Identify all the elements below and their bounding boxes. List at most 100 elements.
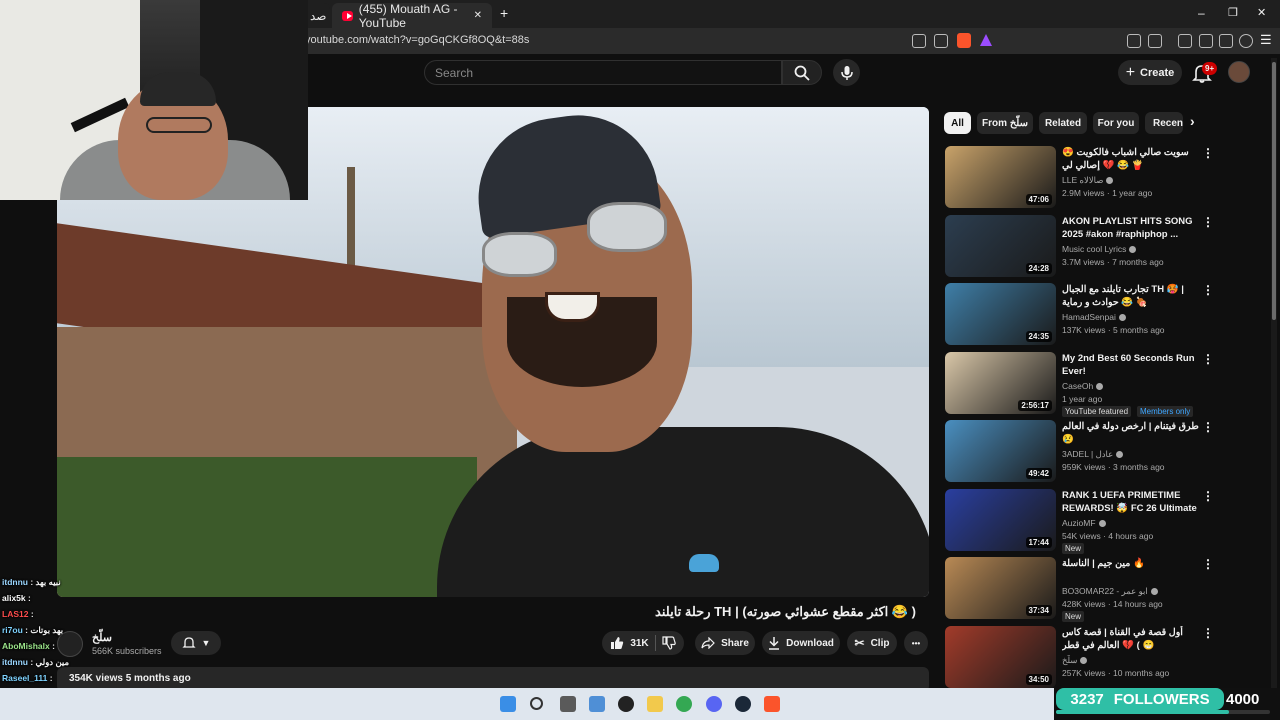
- brave-icon[interactable]: [764, 696, 780, 712]
- channel-label: 3ADEL | عادل: [1062, 449, 1114, 459]
- kebab-menu-icon[interactable]: ⋮: [1202, 557, 1214, 571]
- chat-text: نبيه بهد: [35, 577, 61, 587]
- file-explorer-icon[interactable]: [647, 696, 663, 712]
- minimize-button[interactable]: –: [1198, 6, 1205, 20]
- recommendation-thumbnail[interactable]: 37:34: [945, 557, 1056, 619]
- start-icon[interactable]: [500, 696, 516, 712]
- recommendation-thumbnail[interactable]: 24:28: [945, 214, 1056, 277]
- kebab-menu-icon[interactable]: ⋮: [1202, 352, 1214, 366]
- chip-related[interactable]: Related: [1039, 112, 1087, 134]
- chip-all[interactable]: All: [944, 112, 971, 134]
- kebab-menu-icon[interactable]: ⋮: [1202, 146, 1214, 160]
- recommendation-item[interactable]: 2:56:17 My 2nd Best 60 Seconds Run Ever! C…: [944, 351, 1269, 418]
- cast-icon[interactable]: [912, 34, 926, 48]
- menu-icon[interactable]: ☰: [1260, 32, 1272, 48]
- recommendation-channel[interactable]: AuzioMF: [1062, 518, 1202, 528]
- recommendation-views: 54K views · 4 hours ago: [1062, 530, 1154, 541]
- channel-label: AuzioMF: [1062, 517, 1096, 528]
- reader-icon[interactable]: [1148, 34, 1162, 48]
- close-window-button[interactable]: ✕: [1257, 6, 1266, 19]
- wallet-icon[interactable]: [1199, 34, 1213, 48]
- recommendation-item[interactable]: 34:50 أول قصة في القناة | قصة كاس العالم …: [944, 625, 1269, 692]
- vpn-icon[interactable]: [1239, 34, 1253, 48]
- url-field[interactable]: youtube.com/watch?v=goGqCKGf8OQ&t=88s: [305, 34, 529, 46]
- tab-close-icon[interactable]: ✕: [474, 10, 482, 21]
- dislike-button[interactable]: [662, 636, 676, 650]
- chip-for-you[interactable]: For you: [1093, 112, 1139, 134]
- recommendation-title[interactable]: AKON PLAYLIST HITS SONG 2025 #akon #raph…: [1062, 215, 1202, 241]
- like-button[interactable]: 31K: [610, 636, 649, 650]
- recommendation-channel[interactable]: Music cool Lyrics: [1062, 244, 1202, 254]
- recommendation-item[interactable]: 24:35 تجارب تايلند مع الجبال TH 🥵 | حوادث…: [944, 283, 1269, 349]
- share-page-icon[interactable]: [934, 34, 948, 48]
- share-button[interactable]: Share: [695, 631, 755, 655]
- recommendation-title[interactable]: طرق فيتنام | ارخص دولة في العالم 😢: [1062, 420, 1202, 446]
- new-tab-button[interactable]: +: [500, 5, 508, 21]
- task-view-icon[interactable]: [560, 696, 576, 712]
- channel-label: CaseOh: [1062, 380, 1094, 391]
- recommendation-channel[interactable]: 3ADEL | عادل: [1062, 449, 1202, 460]
- search-button[interactable]: [782, 60, 822, 85]
- clip-label: Clip: [870, 637, 890, 649]
- obs-icon[interactable]: [618, 696, 634, 712]
- recommendation-thumbnail[interactable]: 34:50: [945, 625, 1056, 688]
- kebab-menu-icon[interactable]: ⋮: [1202, 626, 1214, 640]
- kebab-menu-icon[interactable]: ⋮: [1202, 420, 1214, 434]
- chrome-icon[interactable]: [676, 696, 692, 712]
- download-label: Download: [786, 637, 834, 649]
- recommendation-channel[interactable]: HamadSenpai: [1062, 312, 1202, 322]
- recommendation-title[interactable]: RANK 1 UEFA PRIMETIME REWARDS! 🤯 FC 26 U…: [1062, 489, 1202, 516]
- recommendation-thumbnail[interactable]: 47:06: [945, 146, 1056, 208]
- recommendation-thumbnail[interactable]: 2:56:17: [945, 351, 1056, 414]
- extensions-icon[interactable]: [1127, 34, 1141, 48]
- recommendation-title[interactable]: أول قصة في القناة | قصة كاس العالم في قط…: [1062, 626, 1202, 652]
- taskbar-search-icon[interactable]: [530, 697, 543, 710]
- recommendation-tag: New: [1062, 542, 1085, 554]
- recommendation-title[interactable]: سويت صالي اشباب فالكويت 😍 💔 إصالي لي 😂 🍟: [1062, 146, 1202, 172]
- kebab-menu-icon[interactable]: ⋮: [1202, 489, 1214, 503]
- download-button[interactable]: Download: [762, 631, 840, 655]
- recommendation-item[interactable]: 37:34 مين جيم | الناسلة 🔥 BO3OMAR22 - ابو …: [944, 557, 1269, 623]
- brave-shield-icon[interactable]: [957, 33, 971, 48]
- recommendation-item[interactable]: 47:06 سويت صالي اشباب فالكويت 😍 💔 إصالي ل…: [944, 146, 1269, 212]
- recommendation-item[interactable]: 24:28 AKON PLAYLIST HITS SONG 2025 #akon …: [944, 214, 1269, 281]
- discord-icon[interactable]: [706, 696, 722, 712]
- more-actions-button[interactable]: •••: [904, 631, 928, 655]
- scrollbar-thumb[interactable]: [1272, 62, 1276, 320]
- store-icon[interactable]: [589, 696, 605, 712]
- recommendation-channel[interactable]: LLE صالالاه: [1062, 175, 1202, 186]
- leo-ai-icon[interactable]: [1219, 34, 1233, 48]
- chip-recent[interactable]: Recen: [1145, 112, 1183, 134]
- recommendation-title[interactable]: مين جيم | الناسلة 🔥: [1062, 557, 1202, 570]
- recommendation-channel[interactable]: CaseOh: [1062, 381, 1202, 391]
- restore-button[interactable]: ❐: [1228, 6, 1238, 19]
- recommendation-title[interactable]: My 2nd Best 60 Seconds Run Ever!: [1062, 352, 1202, 378]
- create-button[interactable]: + Create: [1118, 60, 1182, 85]
- recommendation-views: 959K views · 3 months ago: [1062, 462, 1165, 472]
- chevron-right-icon[interactable]: ›: [1190, 113, 1195, 129]
- recommendation-channel[interactable]: سلّخ: [1062, 655, 1202, 666]
- kebab-menu-icon[interactable]: ⋮: [1202, 283, 1214, 297]
- verified-icon: [1116, 451, 1124, 459]
- voice-search-button[interactable]: [833, 59, 860, 86]
- steam-icon[interactable]: [735, 696, 751, 712]
- search-input[interactable]: [435, 65, 765, 81]
- recommendation-item[interactable]: 17:44 RANK 1 UEFA PRIMETIME REWARDS! 🤯 FC…: [944, 488, 1269, 555]
- kebab-menu-icon[interactable]: ⋮: [1202, 215, 1214, 229]
- chat-separator: :: [47, 673, 53, 683]
- recommendation-thumbnail[interactable]: 24:35: [945, 283, 1056, 345]
- recommendation-thumbnail[interactable]: 17:44: [945, 488, 1056, 551]
- account-avatar[interactable]: [1228, 61, 1250, 83]
- recommendation-item[interactable]: 49:42 طرق فيتنام | ارخص دولة في العالم 😢 3…: [944, 420, 1269, 486]
- clip-button[interactable]: ✂ Clip: [847, 631, 897, 655]
- chip-from-channel[interactable]: From سلّخ: [977, 112, 1033, 134]
- verified-icon: [1118, 314, 1126, 322]
- recommendation-channel[interactable]: BO3OMAR22 - ابو عمر: [1062, 586, 1202, 597]
- recommendation-thumbnail[interactable]: 49:42: [945, 420, 1056, 482]
- recommendation-title[interactable]: تجارب تايلند مع الجبال TH 🥵 | حوادث و رم…: [1062, 283, 1202, 309]
- like-dislike-group: 31K: [602, 631, 684, 655]
- brave-rewards-icon[interactable]: [980, 34, 992, 46]
- sidebar-icon[interactable]: [1178, 34, 1192, 48]
- subscription-bell-button[interactable]: ▼: [171, 631, 221, 655]
- active-tab[interactable]: (455) Mouath AG - YouTube ✕: [332, 2, 492, 30]
